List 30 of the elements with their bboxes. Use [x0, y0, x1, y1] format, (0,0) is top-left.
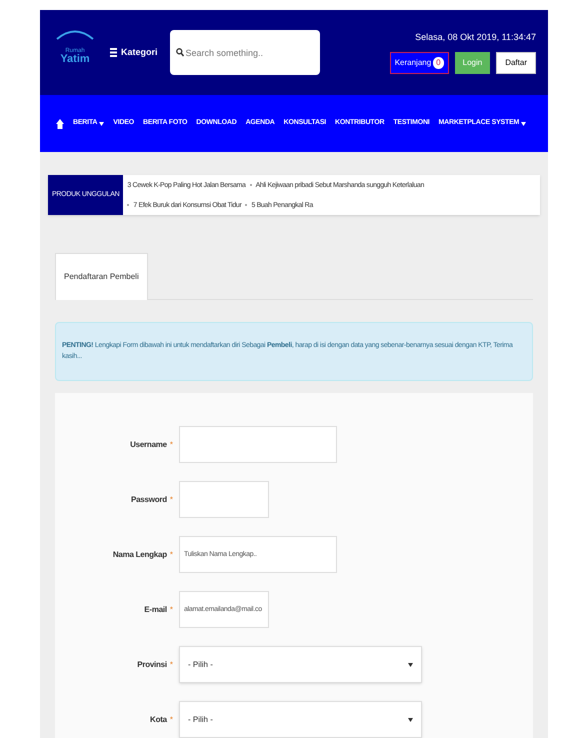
form-tab[interactable]: Pendaftaran Pembeli: [55, 253, 148, 300]
required-mark: *: [170, 438, 173, 450]
caret-icon: [408, 718, 413, 722]
required-mark: *: [170, 494, 173, 506]
input-field[interactable]: [179, 481, 269, 518]
select-field[interactable]: - Pilih -: [179, 646, 422, 683]
category-button[interactable]: Kategori: [110, 46, 158, 60]
select-field[interactable]: - Pilih -: [179, 701, 422, 738]
required-mark: *: [170, 548, 173, 560]
register-button[interactable]: Daftar: [496, 52, 536, 74]
date-time: Selasa, 08 Okt 2019, 11:34:47: [415, 30, 536, 44]
field-label: Kota: [150, 714, 167, 726]
roof-icon: [55, 28, 95, 40]
field-label: Username: [130, 438, 167, 450]
logo-text: Yatim: [60, 54, 90, 65]
search-field[interactable]: Search something..: [170, 30, 320, 75]
required-mark: *: [170, 604, 173, 616]
cart-button[interactable]: Keranjang 0: [390, 52, 449, 74]
field-label: Provinsi: [137, 658, 167, 670]
field-label: Nama Lengkap: [112, 548, 167, 560]
home-icon[interactable]: [56, 118, 64, 128]
search-icon: [176, 48, 184, 57]
caret-icon: [408, 662, 413, 666]
cart-count-badge: 0: [433, 57, 444, 70]
menu-icon: [110, 48, 117, 57]
input-field[interactable]: [179, 426, 337, 463]
field-label: E-mail: [144, 604, 167, 616]
field-label: Password: [131, 494, 167, 506]
required-mark: *: [170, 714, 173, 726]
required-mark: *: [170, 658, 173, 670]
